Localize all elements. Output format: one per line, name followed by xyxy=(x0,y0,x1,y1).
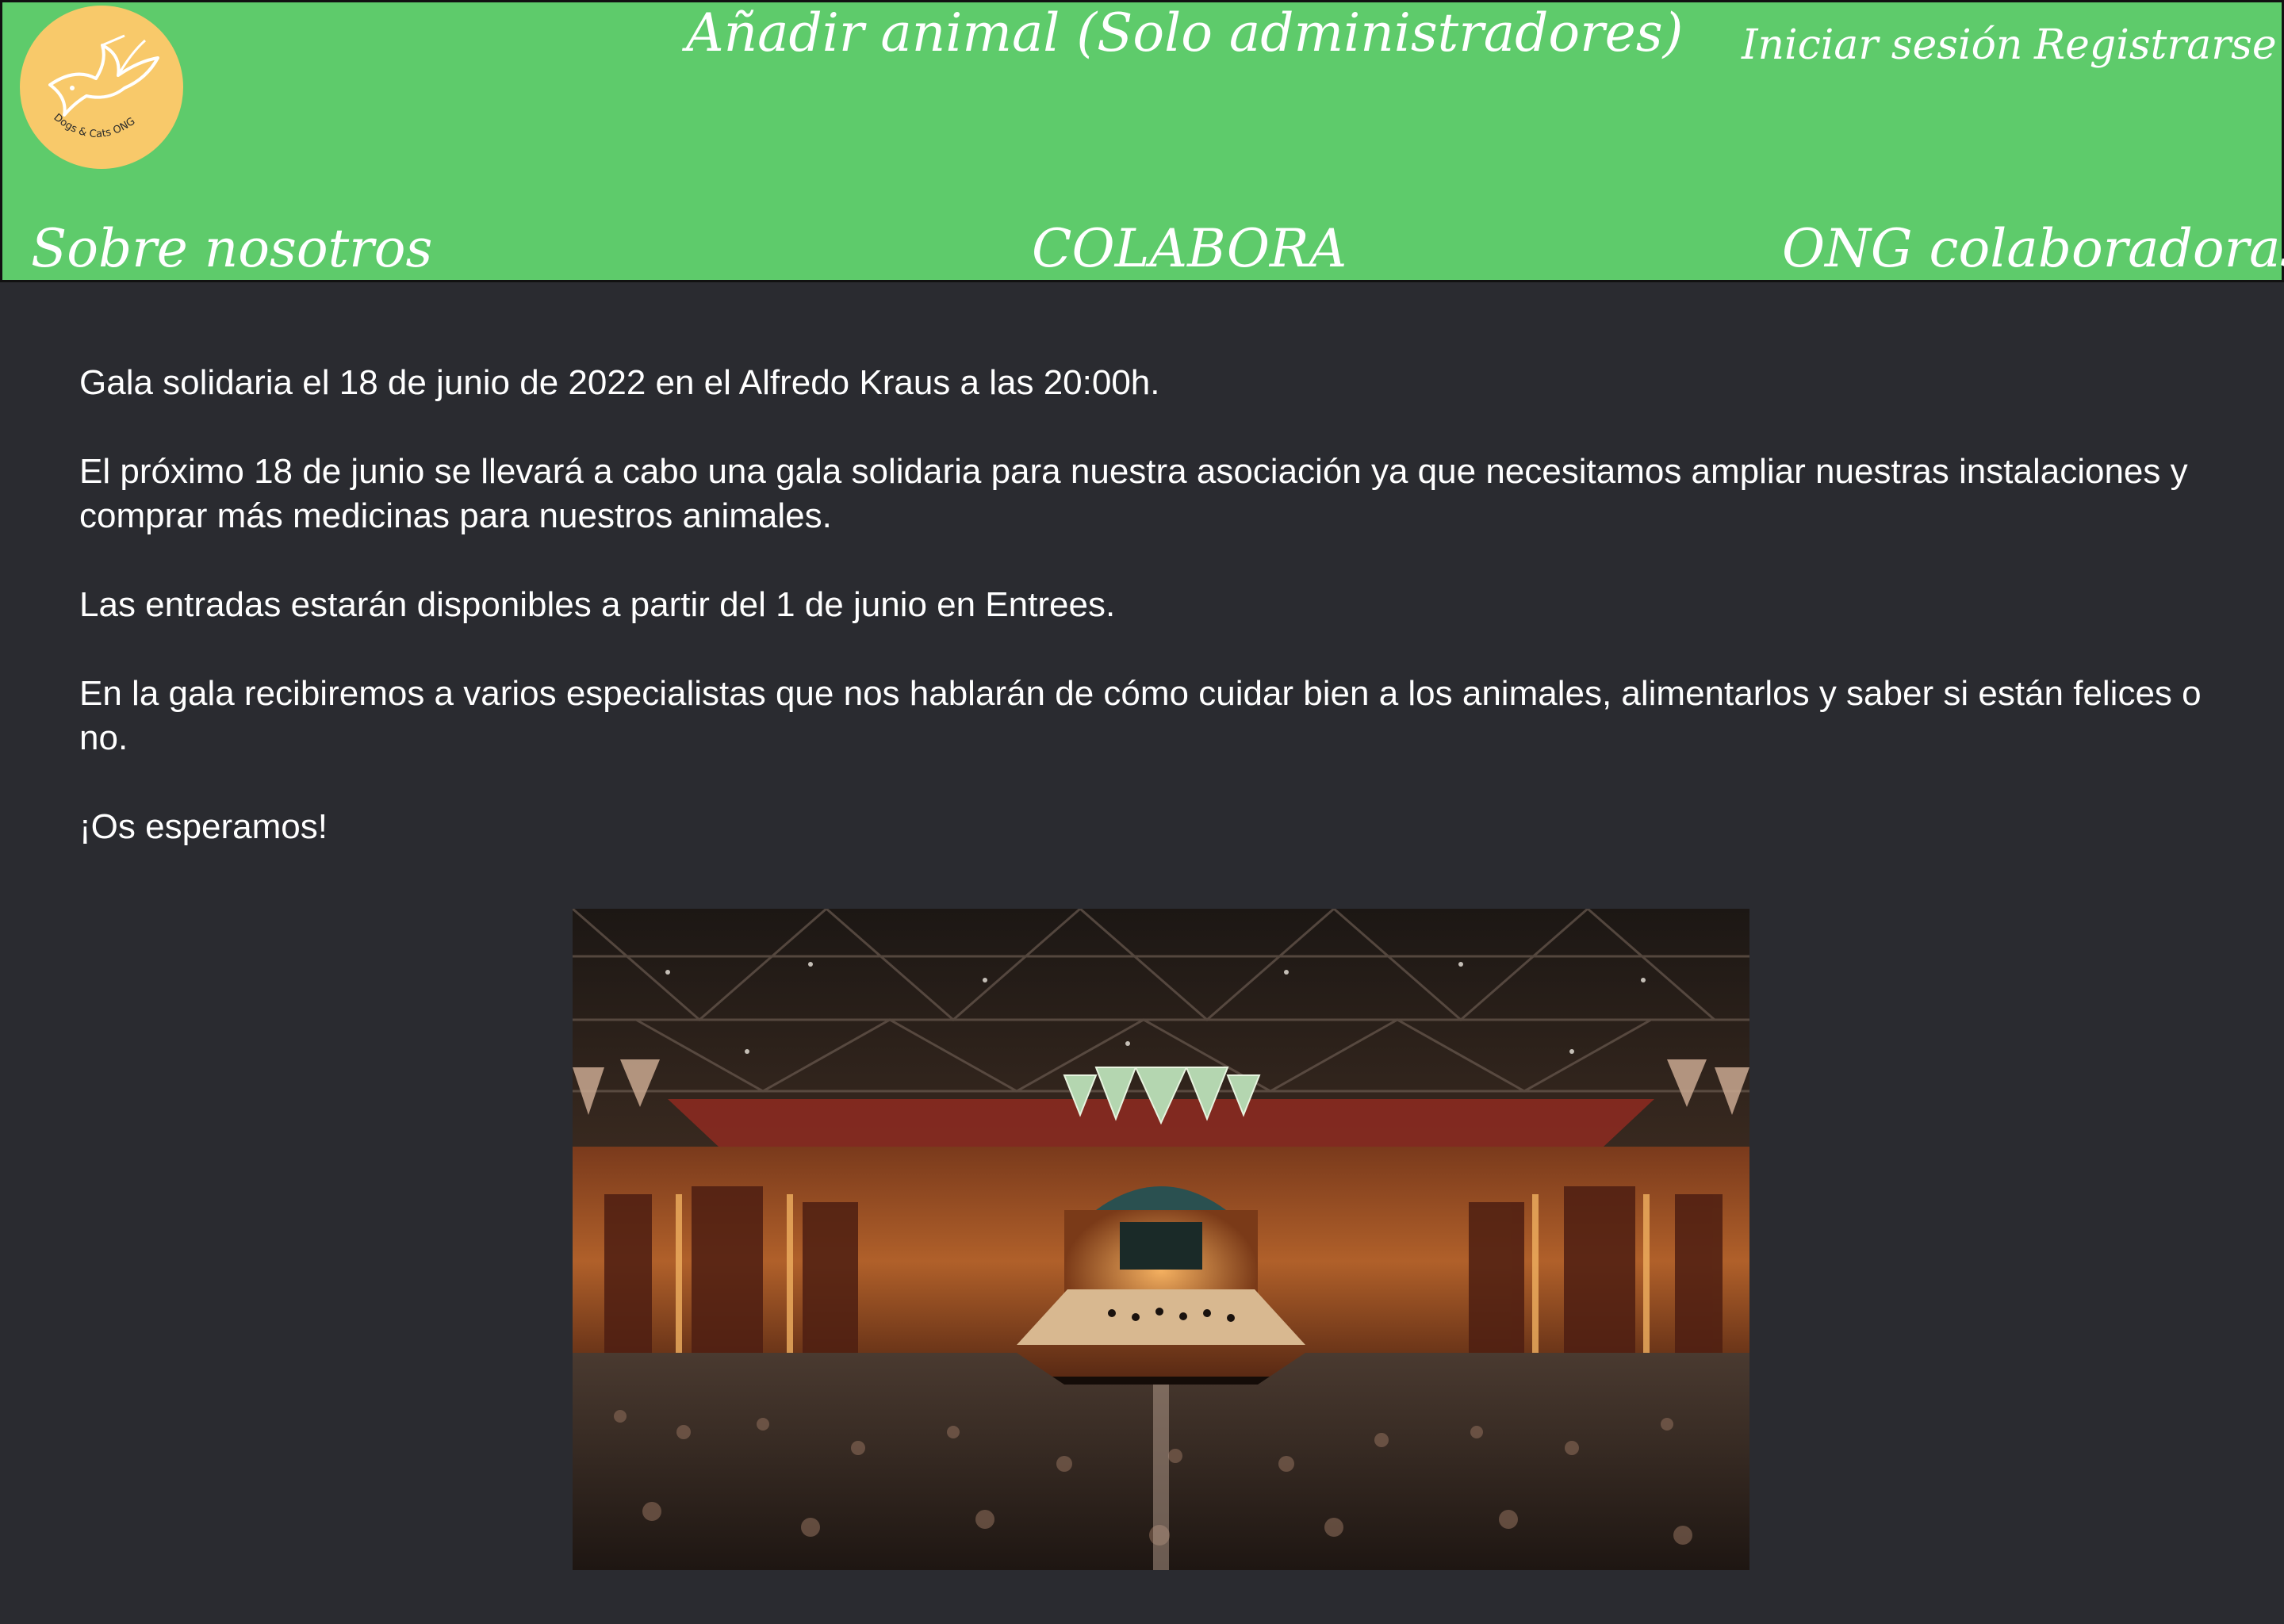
logo[interactable]: Dogs & Cats ONG xyxy=(20,6,183,169)
dove-logo-icon: Dogs & Cats ONG xyxy=(48,34,159,140)
add-animal-admin-link[interactable]: Añadir animal (Solo administradores) xyxy=(686,7,1683,59)
article-closing: ¡Os esperamos! xyxy=(79,807,328,846)
article-paragraph: Las entradas estarán disponibles a parti… xyxy=(79,585,1116,624)
article-body: Gala solidaria el 18 de junio de 2022 en… xyxy=(79,361,2252,894)
nav-about-us[interactable]: Sobre nosotros xyxy=(31,223,432,275)
login-link[interactable]: Iniciar sesión xyxy=(1742,25,2022,66)
nav-colabora[interactable]: COLABORA xyxy=(1032,223,1347,275)
article-paragraph: El próximo 18 de junio se llevará a cabo… xyxy=(79,452,2188,535)
register-link[interactable]: Registrarse xyxy=(2034,25,2277,66)
article-headline: Gala solidaria el 18 de junio de 2022 en… xyxy=(79,363,1160,402)
site-header: Dogs & Cats ONG Añadir animal (Solo admi… xyxy=(0,0,2284,282)
concert-hall-photo xyxy=(573,909,1749,1570)
article-paragraph: En la gala recibiremos a varios especial… xyxy=(79,674,2202,757)
nav-partner-ngos[interactable]: ONG colaboradoras xyxy=(1782,223,2284,275)
